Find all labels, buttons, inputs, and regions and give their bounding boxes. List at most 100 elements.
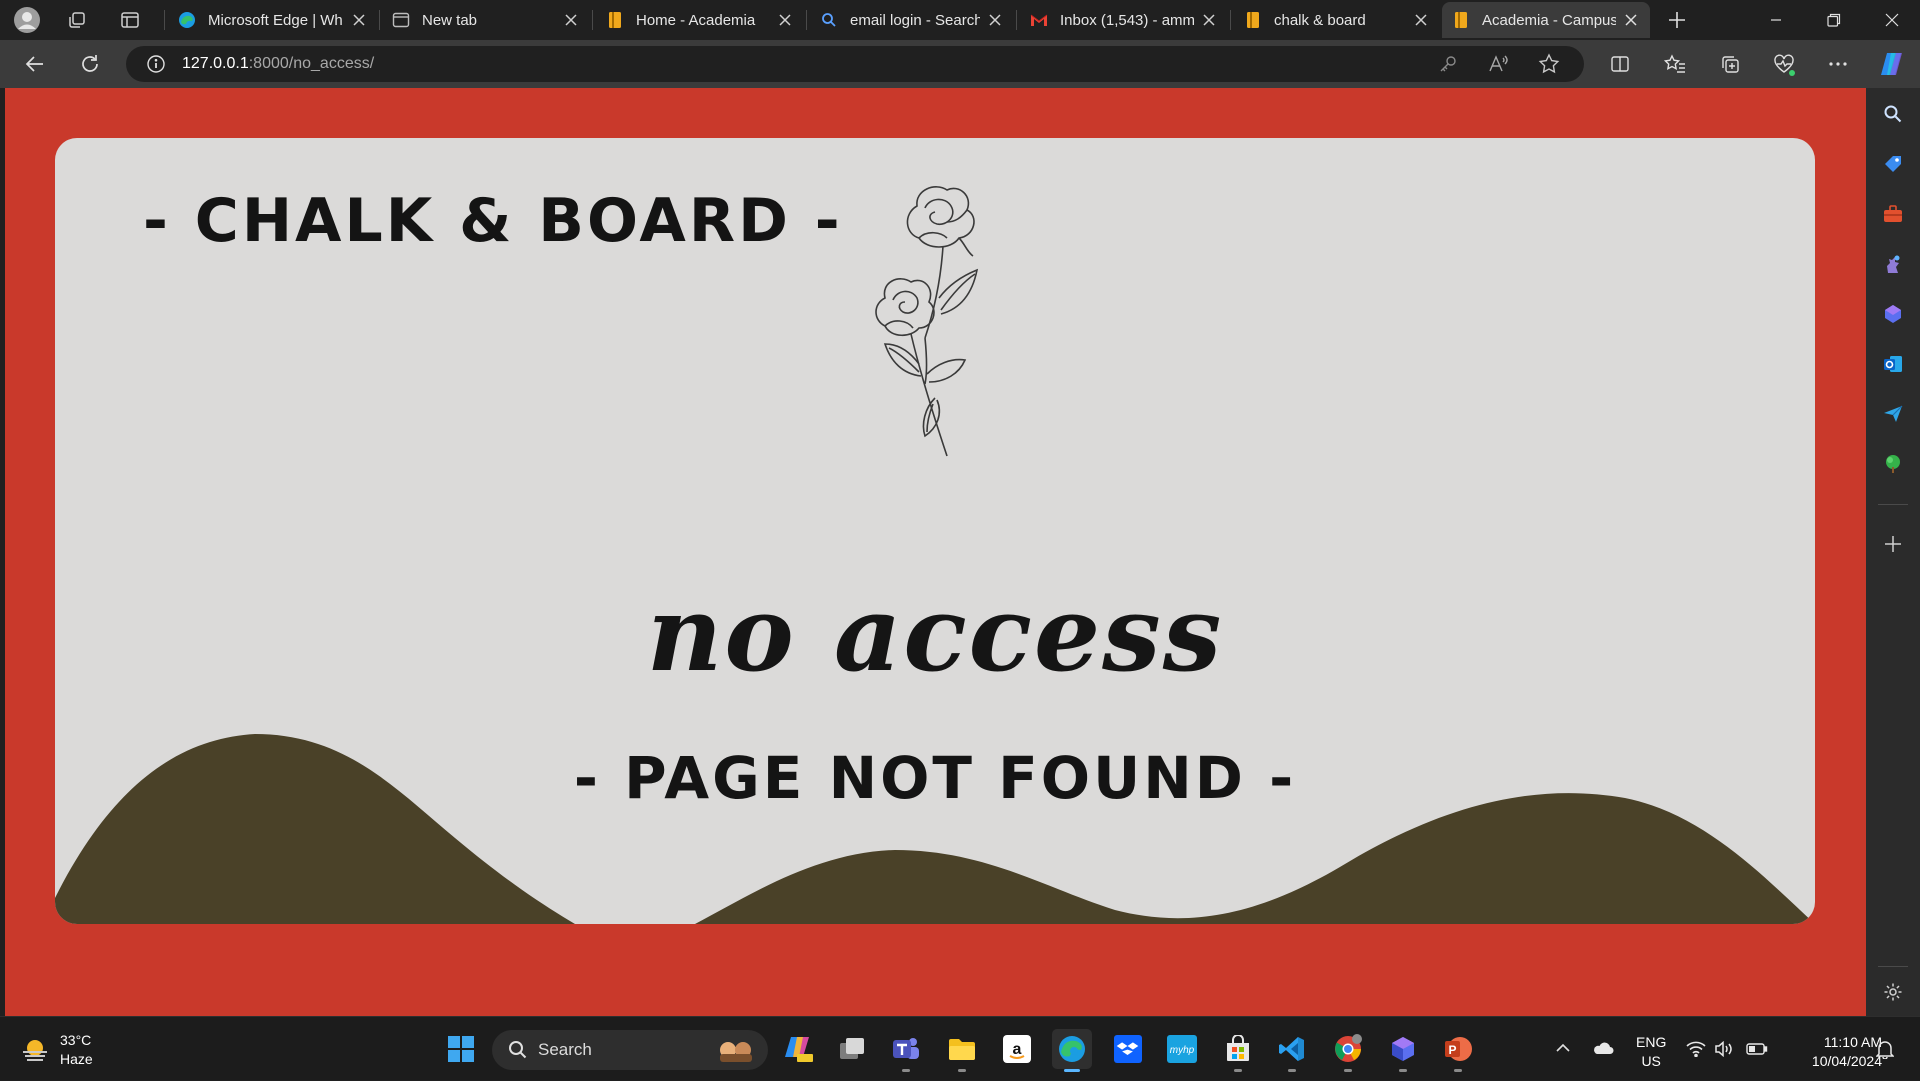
sidebar-settings-icon[interactable] — [1879, 978, 1907, 1006]
onedrive-cloud-icon[interactable] — [1592, 1037, 1614, 1059]
search-label: Search — [538, 1040, 592, 1059]
sidebar-send-icon[interactable] — [1879, 400, 1907, 428]
rose-illustration — [875, 186, 979, 457]
no-access-heading: no access — [646, 572, 1224, 695]
svg-text:P: P — [1448, 1043, 1456, 1057]
close-tab-icon[interactable] — [776, 11, 794, 29]
amazon-icon[interactable]: a — [997, 1029, 1037, 1069]
split-screen-icon[interactable] — [1602, 48, 1638, 80]
clock-date: 10/04/2024 — [1811, 1053, 1882, 1069]
page-background: - CHALK & BOARD - no access - PAGE NOT F… — [5, 88, 1866, 1016]
tab-title: email login - Search — [850, 11, 980, 29]
close-window-button[interactable] — [1864, 0, 1920, 40]
lang-code: ENG — [1636, 1034, 1667, 1050]
task-view-icon[interactable] — [832, 1029, 872, 1069]
refresh-button[interactable] — [72, 48, 108, 80]
brand-title: - CHALK & BOARD - — [143, 186, 843, 256]
edge-sidebar — [1866, 88, 1920, 1016]
powerpoint-icon[interactable]: P — [1438, 1029, 1478, 1072]
tab-home-academia[interactable]: Home - Academia — [596, 2, 804, 38]
teams-icon[interactable] — [886, 1029, 926, 1072]
copilot-pre-app-icon[interactable] — [778, 1029, 818, 1069]
show-hidden-icons-chevron-icon[interactable] — [1552, 1037, 1574, 1059]
sidebar-add-icon[interactable] — [1879, 530, 1907, 558]
browser-essentials-icon[interactable] — [1766, 48, 1802, 80]
taskbar-clock[interactable]: 11:10 AM 10/04/2024 — [1784, 1033, 1882, 1071]
weather-widget[interactable]: 33°C Haze — [20, 1031, 93, 1069]
close-tab-icon[interactable] — [986, 11, 1004, 29]
url-host: 127.0.0.1 — [182, 55, 249, 72]
tab-title: chalk & board — [1274, 11, 1366, 29]
copilot-taskbar-icon[interactable] — [1383, 1029, 1423, 1072]
more-menu-icon[interactable] — [1820, 48, 1856, 80]
tab-title: Microsoft Edge | Wh — [208, 11, 343, 29]
tab-inbox-gmail[interactable]: Inbox (1,543) - amm — [1020, 2, 1228, 38]
close-tab-icon[interactable] — [562, 11, 580, 29]
edge-taskbar-icon[interactable] — [1052, 1029, 1092, 1072]
battery-icon[interactable] — [1746, 1038, 1768, 1060]
vertical-tabs-icon[interactable] — [114, 4, 146, 36]
close-tab-icon[interactable] — [1412, 11, 1430, 29]
search-highlight-icon — [716, 1036, 756, 1064]
dropbox-icon[interactable] — [1108, 1029, 1148, 1069]
tab-title: New tab — [422, 11, 478, 29]
tab-title: Home - Academia — [636, 11, 756, 29]
restore-button[interactable] — [1806, 0, 1862, 40]
close-tab-icon[interactable] — [1622, 11, 1640, 29]
favorites-icon[interactable] — [1657, 48, 1693, 80]
start-button[interactable] — [441, 1029, 481, 1069]
taskbar-search[interactable]: Search — [492, 1030, 768, 1070]
book-icon — [1244, 11, 1262, 29]
tab-title: Academia - Campus — [1482, 11, 1616, 29]
book-icon — [1452, 11, 1470, 29]
microsoft-store-icon[interactable] — [1218, 1029, 1258, 1072]
sidebar-tools-icon[interactable] — [1879, 200, 1907, 228]
search-icon — [508, 1040, 528, 1060]
notification-bell-icon[interactable] — [1874, 1038, 1896, 1060]
address-bar[interactable]: 127.0.0.1:8000/no_access/ — [126, 46, 1584, 82]
newtab-icon — [392, 11, 410, 29]
tab-chalk-and-board[interactable]: chalk & board — [1234, 2, 1440, 38]
copilot-icon[interactable] — [1874, 48, 1910, 80]
error-card: - CHALK & BOARD - no access - PAGE NOT F… — [55, 138, 1815, 924]
sidebar-outlook-icon[interactable] — [1879, 350, 1907, 378]
workspaces-icon[interactable] — [61, 4, 93, 36]
tab-new-tab[interactable]: New tab — [382, 2, 590, 38]
tab-academia-campus[interactable]: Academia - Campus — [1442, 2, 1650, 38]
collections-icon[interactable] — [1712, 48, 1748, 80]
password-key-icon[interactable] — [1438, 54, 1458, 74]
profile-icon[interactable] — [11, 4, 43, 36]
site-info-icon[interactable] — [146, 54, 166, 74]
minimize-button[interactable] — [1748, 0, 1804, 40]
myhp-icon[interactable]: myhp — [1162, 1029, 1202, 1069]
close-tab-icon[interactable] — [1200, 11, 1218, 29]
weather-temp: 33°C — [60, 1032, 92, 1048]
volume-icon[interactable] — [1713, 1038, 1735, 1060]
wifi-icon[interactable] — [1685, 1038, 1707, 1060]
windows-taskbar: 33°C Haze Search a myhp P ENG US 11:10 A… — [0, 1016, 1920, 1080]
file-explorer-icon[interactable] — [942, 1029, 982, 1072]
clock-time: 11:10 AM — [1823, 1034, 1882, 1050]
back-button[interactable] — [17, 48, 53, 80]
browser-toolbar: 127.0.0.1:8000/no_access/ — [0, 40, 1920, 88]
svg-text:a: a — [1013, 1041, 1022, 1058]
vscode-icon[interactable] — [1272, 1029, 1312, 1072]
new-tab-button[interactable] — [1661, 4, 1693, 36]
close-tab-icon[interactable] — [350, 11, 368, 29]
sidebar-shopping-icon[interactable] — [1879, 150, 1907, 178]
gmail-icon — [1030, 11, 1048, 29]
tab-microsoft-edge[interactable]: Microsoft Edge | Wh — [168, 2, 378, 38]
haze-sun-icon — [20, 1036, 50, 1064]
region-code: US — [1641, 1053, 1661, 1069]
tab-strip: Microsoft Edge | Wh New tab Home - Acade… — [0, 0, 1920, 40]
sidebar-search-icon[interactable] — [1879, 100, 1907, 128]
read-aloud-icon[interactable] — [1488, 54, 1510, 74]
sidebar-games-icon[interactable] — [1879, 250, 1907, 278]
tab-title: Inbox (1,543) - amm — [1060, 11, 1194, 29]
input-language[interactable]: ENG US — [1636, 1033, 1666, 1071]
sidebar-tree-icon[interactable] — [1879, 450, 1907, 478]
tab-email-login-search[interactable]: email login - Search — [810, 2, 1014, 38]
favorite-star-icon[interactable] — [1538, 53, 1560, 75]
sidebar-copilot-app-icon[interactable] — [1879, 300, 1907, 328]
chrome-icon[interactable] — [1328, 1029, 1368, 1072]
